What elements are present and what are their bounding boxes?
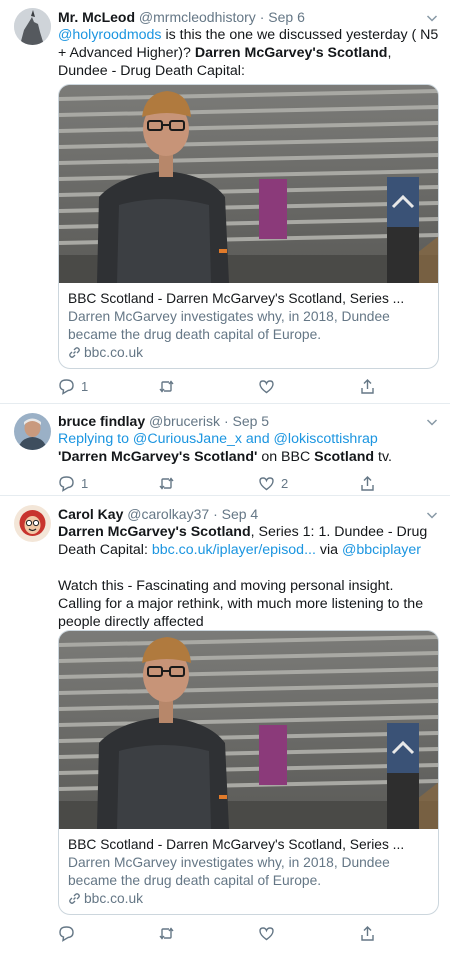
share-button[interactable] bbox=[359, 473, 376, 493]
tweet-header: Carol Kay @carolkay37 · Sep 4 bbox=[58, 505, 442, 523]
card-domain: bbc.co.uk bbox=[68, 344, 429, 362]
retweet-icon bbox=[159, 926, 174, 940]
tweet-text-segment: via bbox=[315, 542, 342, 558]
link-card[interactable]: BBC Scotland - Darren McGarvey's Scotlan… bbox=[58, 84, 439, 369]
tweet-actions: 1 bbox=[58, 376, 450, 396]
avatar-image bbox=[14, 8, 51, 45]
retweet-button[interactable] bbox=[158, 923, 181, 943]
timestamp[interactable]: Sep 5 bbox=[233, 413, 270, 429]
reply-icon bbox=[59, 475, 74, 492]
tweet[interactable]: bruce findlay @brucerisk · Sep 5 Replyin… bbox=[0, 404, 450, 496]
timestamp[interactable]: Sep 6 bbox=[268, 9, 305, 25]
tweet-text-bold: Scotland bbox=[314, 449, 375, 465]
card-title: BBC Scotland - Darren McGarvey's Scotlan… bbox=[68, 291, 405, 306]
mention-link[interactable]: @CuriousJane_x bbox=[133, 431, 242, 447]
avatar[interactable] bbox=[14, 505, 51, 542]
tweet-header: bruce findlay @brucerisk · Sep 5 bbox=[58, 412, 442, 430]
reply-count: 1 bbox=[81, 378, 89, 394]
card-image bbox=[59, 631, 438, 829]
tweet-text: @holyroodmods is this the one we discuss… bbox=[58, 26, 440, 80]
tweet-text-bold: Darren McGarvey's Scotland bbox=[58, 524, 251, 540]
like-icon bbox=[259, 926, 274, 940]
tweet-actions bbox=[58, 923, 450, 943]
card-description: Darren McGarvey investigates why, in 201… bbox=[68, 309, 390, 342]
mention-link[interactable]: @bbciplayer bbox=[342, 542, 421, 558]
mention-link[interactable]: @holyroodmods bbox=[58, 27, 162, 43]
chevron-down-icon[interactable] bbox=[426, 509, 438, 521]
card-image bbox=[59, 85, 438, 283]
reply-button[interactable]: 1 bbox=[58, 473, 88, 493]
tweet[interactable]: Carol Kay @carolkay37 · Sep 4 Darren McG… bbox=[0, 496, 450, 953]
card-domain: bbc.co.uk bbox=[68, 890, 429, 908]
replying-label: Replying to bbox=[58, 431, 133, 447]
and-label: and bbox=[241, 431, 274, 447]
like-button[interactable] bbox=[258, 923, 281, 943]
retweet-icon bbox=[159, 476, 174, 490]
tweet-feed: Mr. McLeod @mrmcleodhistory · Sep 6 @hol… bbox=[0, 0, 450, 953]
link-icon bbox=[69, 347, 80, 358]
like-button[interactable] bbox=[258, 376, 281, 396]
separator-dot: · bbox=[213, 506, 218, 522]
user-handle[interactable]: @mrmcleodhistory bbox=[139, 9, 256, 25]
reply-icon bbox=[59, 925, 74, 942]
reply-button[interactable]: 1 bbox=[58, 376, 88, 396]
tweet-text-bold: 'Darren McGarvey's Scotland' bbox=[58, 449, 258, 465]
separator-dot: · bbox=[223, 413, 229, 429]
share-icon bbox=[361, 475, 374, 491]
tweet-text: Darren McGarvey's Scotland, Series 1: 1.… bbox=[58, 523, 440, 631]
share-icon bbox=[361, 378, 374, 394]
tweet-header: Mr. McLeod @mrmcleodhistory · Sep 6 bbox=[58, 8, 442, 26]
like-icon bbox=[259, 476, 274, 490]
replying-to: Replying to @CuriousJane_x and @lokiscot… bbox=[58, 430, 440, 448]
url-link[interactable]: bbc.co.uk/iplayer/episod... bbox=[152, 542, 316, 558]
avatar-image bbox=[14, 505, 51, 542]
card-domain-text: bbc.co.uk bbox=[84, 345, 144, 360]
tweet[interactable]: Mr. McLeod @mrmcleodhistory · Sep 6 @hol… bbox=[0, 0, 450, 404]
mention-link[interactable]: @lokiscottishrap bbox=[274, 431, 378, 447]
avatar[interactable] bbox=[14, 413, 51, 450]
tweet-text-segment: on BBC bbox=[257, 449, 315, 465]
link-icon bbox=[69, 893, 80, 904]
avatar[interactable] bbox=[14, 8, 51, 45]
timestamp[interactable]: Sep 4 bbox=[222, 506, 259, 522]
link-card[interactable]: BBC Scotland - Darren McGarvey's Scotlan… bbox=[58, 630, 439, 915]
user-handle[interactable]: @brucerisk bbox=[149, 413, 220, 429]
share-button[interactable] bbox=[359, 923, 376, 943]
tweet-text-paragraph: Watch this - Fascinating and moving pers… bbox=[58, 578, 424, 630]
card-domain-text: bbc.co.uk bbox=[84, 891, 144, 906]
chevron-down-icon[interactable] bbox=[426, 12, 438, 24]
avatar-image bbox=[14, 413, 51, 450]
chevron-down-icon[interactable] bbox=[426, 416, 438, 428]
like-icon bbox=[259, 379, 274, 393]
retweet-button[interactable] bbox=[158, 376, 181, 396]
retweet-button[interactable] bbox=[158, 473, 181, 493]
user-handle[interactable]: @carolkay37 bbox=[127, 506, 209, 522]
reply-button[interactable] bbox=[58, 923, 81, 943]
share-button[interactable] bbox=[359, 376, 376, 396]
card-title: BBC Scotland - Darren McGarvey's Scotlan… bbox=[68, 837, 405, 852]
display-name[interactable]: Mr. McLeod bbox=[58, 9, 135, 25]
display-name[interactable]: bruce findlay bbox=[58, 413, 145, 429]
retweet-icon bbox=[159, 379, 174, 393]
reply-count: 1 bbox=[81, 475, 89, 491]
tweet-text-bold: Darren McGarvey's Scotland bbox=[194, 45, 388, 61]
tweet-text: Replying to @CuriousJane_x and @lokiscot… bbox=[58, 430, 440, 466]
display-name[interactable]: Carol Kay bbox=[58, 506, 123, 522]
tweet-text-segment: tv. bbox=[374, 449, 392, 465]
share-icon bbox=[361, 925, 374, 941]
like-button[interactable]: 2 bbox=[258, 473, 288, 493]
separator-dot: · bbox=[259, 9, 265, 25]
card-description: Darren McGarvey investigates why, in 201… bbox=[68, 855, 390, 888]
reply-icon bbox=[59, 378, 74, 395]
tweet-actions: 1 2 bbox=[58, 473, 450, 493]
like-count: 2 bbox=[281, 475, 289, 491]
